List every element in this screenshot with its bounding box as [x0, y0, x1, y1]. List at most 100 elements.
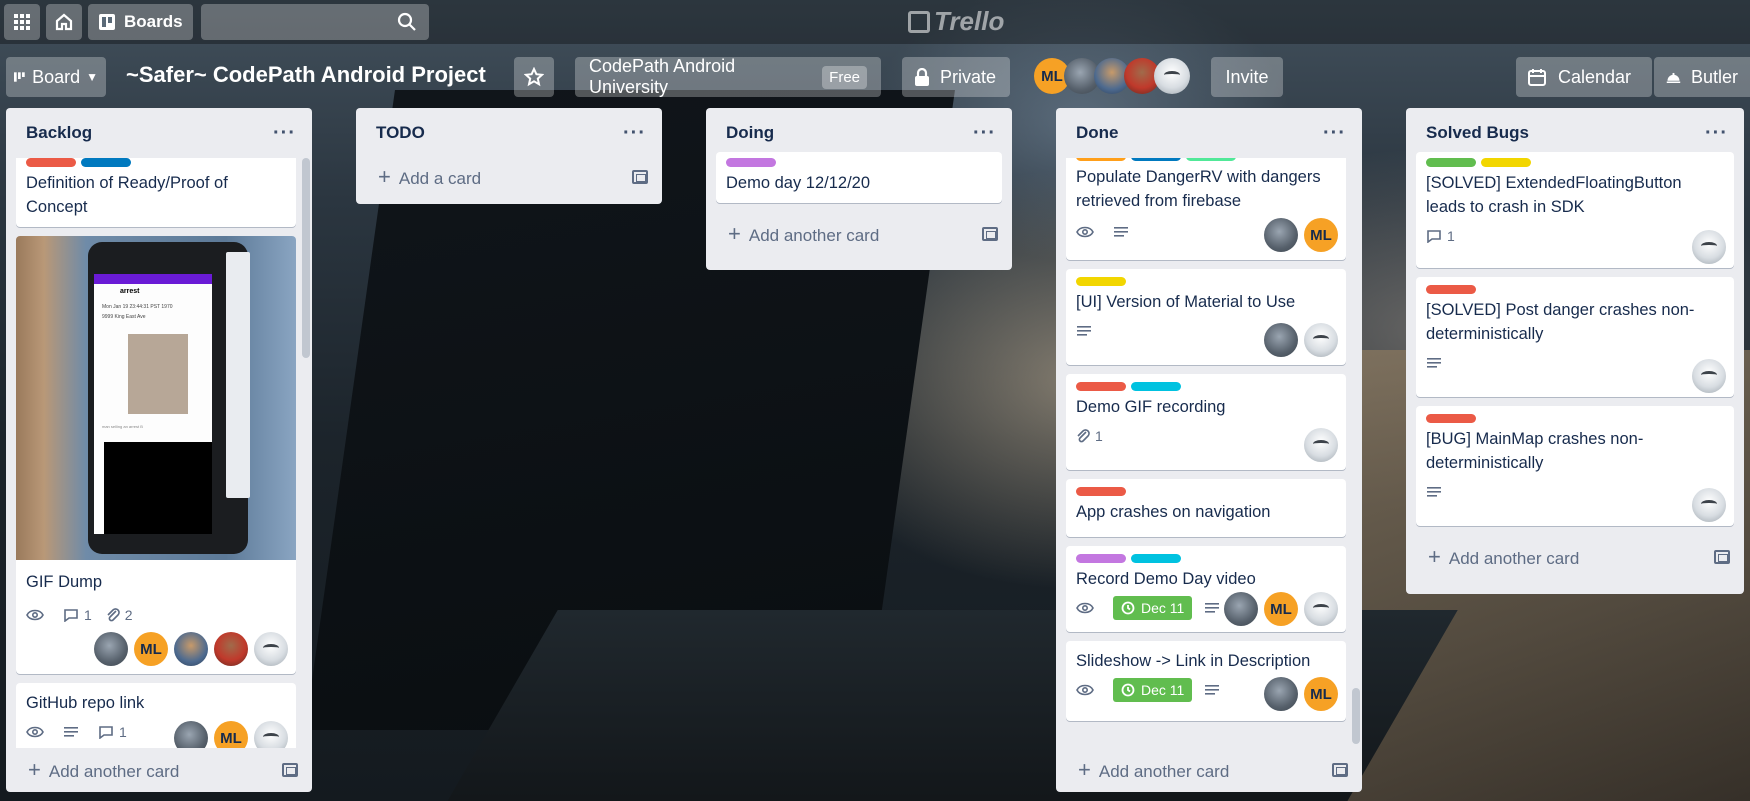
member-avatar[interactable] — [1304, 428, 1338, 462]
card[interactable]: [SOLVED] ExtendedFloatingButton leads to… — [1416, 152, 1734, 268]
due-date-badge[interactable]: Dec 11 — [1113, 596, 1193, 620]
member-avatar[interactable] — [1304, 323, 1338, 357]
member-avatar[interactable] — [1692, 230, 1726, 264]
visibility-button[interactable]: Private — [902, 57, 1010, 97]
member-avatar[interactable] — [1304, 592, 1338, 626]
star-button[interactable] — [514, 57, 554, 97]
card-label[interactable] — [726, 158, 776, 167]
list-menu-icon[interactable]: ··· — [973, 122, 996, 145]
card[interactable]: Populate DangerRV with dangers retrieved… — [1066, 158, 1346, 260]
card[interactable]: Record Demo Day video Dec 11 ML — [1066, 546, 1346, 632]
card[interactable]: App crashes on navigation — [1066, 479, 1346, 537]
card[interactable]: Demo day 12/12/20 — [716, 152, 1002, 203]
list-title[interactable]: Solved Bugs — [1426, 123, 1529, 143]
card-template-icon[interactable] — [1714, 550, 1730, 564]
add-card-button[interactable]: + Add another card — [706, 212, 1012, 256]
card[interactable]: [BUG] MainMap crashes non-deterministica… — [1416, 406, 1734, 526]
add-card-button[interactable]: + Add another card — [1406, 535, 1744, 579]
member-avatar[interactable] — [94, 632, 128, 666]
member-avatar-ml[interactable]: ML — [1304, 218, 1338, 252]
card-label[interactable] — [1076, 158, 1126, 161]
card-template-icon[interactable] — [632, 170, 648, 184]
member-avatar[interactable] — [1264, 677, 1298, 711]
calendar-power-up-button[interactable]: Calendar — [1516, 57, 1652, 97]
boards-button[interactable]: Boards — [88, 4, 193, 40]
card-label[interactable] — [1076, 487, 1126, 496]
card[interactable]: Demo GIF recording 1 — [1066, 374, 1346, 470]
card[interactable]: [UI] Version of Material to Use — [1066, 269, 1346, 365]
list-menu-icon[interactable]: ··· — [273, 122, 296, 145]
list-scrollbar[interactable] — [1352, 688, 1360, 744]
butler-label: Butler — [1690, 66, 1738, 87]
card-template-icon[interactable] — [982, 227, 998, 241]
list-header[interactable]: Done ··· — [1056, 108, 1362, 158]
member-avatar[interactable] — [254, 632, 288, 666]
card-label[interactable] — [1131, 554, 1181, 563]
member-avatar[interactable] — [1692, 488, 1726, 522]
card[interactable]: Definition of Ready/Proof of Concept — [16, 158, 296, 227]
board-title[interactable]: ~Safer~ CodePath Android Project — [126, 62, 486, 88]
due-date-badge[interactable]: Dec 11 — [1113, 678, 1193, 702]
card-template-icon[interactable] — [1332, 763, 1348, 777]
list-title[interactable]: TODO — [376, 123, 425, 143]
card[interactable]: Slideshow -> Link in Description Dec 11 … — [1066, 641, 1346, 721]
list-title[interactable]: Done — [1076, 123, 1119, 143]
add-card-button[interactable]: + Add a card — [356, 158, 662, 196]
add-card-button[interactable]: + Add another card — [1056, 748, 1362, 792]
card[interactable]: arrest Mon Jan 19 23:44:31 PST 1970 9999… — [16, 236, 296, 674]
card-label[interactable] — [1131, 158, 1181, 161]
workspace-button[interactable]: CodePath Android University Free — [575, 56, 881, 97]
member-avatar[interactable] — [1264, 218, 1298, 252]
member-avatar[interactable] — [174, 721, 208, 748]
list-menu-icon[interactable]: ··· — [623, 122, 646, 145]
member-avatar[interactable] — [1224, 592, 1258, 626]
search-input[interactable] — [200, 4, 429, 40]
card-template-icon[interactable] — [282, 763, 298, 777]
card-label[interactable] — [1131, 382, 1181, 391]
member-avatar[interactable] — [1264, 323, 1298, 357]
card[interactable]: [SOLVED] Post danger crashes non-determi… — [1416, 277, 1734, 397]
home-button[interactable] — [46, 4, 82, 40]
list-solved-bugs: Solved Bugs ··· [SOLVED] ExtendedFloatin… — [1406, 108, 1744, 594]
member-avatar[interactable] — [1692, 359, 1726, 393]
member-avatar-ml[interactable]: ML — [1264, 592, 1298, 626]
list-header[interactable]: Doing ··· — [706, 108, 1012, 158]
member-avatar-ml[interactable]: ML — [1304, 677, 1338, 711]
list-menu-icon[interactable]: ··· — [1705, 122, 1728, 145]
clock-icon — [1121, 601, 1135, 615]
card-label[interactable] — [26, 158, 76, 167]
member-avatar-ml[interactable]: ML — [214, 721, 248, 748]
trello-logo-mark — [908, 10, 930, 33]
card-label[interactable] — [1076, 382, 1126, 391]
board-view-switcher[interactable]: Board ▼ — [6, 57, 106, 97]
card-label[interactable] — [81, 158, 131, 167]
card-label[interactable] — [1426, 414, 1476, 423]
card-label[interactable] — [1481, 158, 1531, 167]
list-title[interactable]: Doing — [726, 123, 774, 143]
list-scrollbar[interactable] — [302, 158, 310, 358]
list-header[interactable]: Backlog ··· — [6, 108, 312, 158]
comment-icon — [1427, 230, 1441, 243]
card-label[interactable] — [1426, 285, 1476, 294]
apps-button[interactable] — [4, 4, 40, 40]
list-header[interactable]: Solved Bugs ··· — [1406, 108, 1744, 158]
member-avatar[interactable] — [214, 632, 248, 666]
list-menu-icon[interactable]: ··· — [1323, 122, 1346, 145]
member-avatar-ml[interactable]: ML — [134, 632, 168, 666]
member-avatar[interactable] — [254, 721, 288, 748]
card[interactable]: GitHub repo link 1 ML — [16, 683, 296, 748]
card-label[interactable] — [1076, 554, 1126, 563]
list-header[interactable]: TODO ··· — [356, 108, 662, 158]
card-label[interactable] — [1076, 277, 1126, 286]
list-title[interactable]: Backlog — [26, 123, 92, 143]
trello-logo[interactable]: Trello — [908, 6, 1004, 37]
emulator-controls — [226, 252, 250, 498]
butler-button[interactable]: Butler — [1654, 57, 1750, 97]
member-avatar[interactable] — [1154, 58, 1190, 94]
card-label[interactable] — [1426, 158, 1476, 167]
member-avatar[interactable] — [174, 632, 208, 666]
invite-button[interactable]: Invite — [1211, 57, 1283, 97]
card-members: ML — [1258, 218, 1338, 252]
add-card-button[interactable]: + Add another card — [6, 748, 312, 792]
card-label[interactable] — [1186, 158, 1236, 161]
